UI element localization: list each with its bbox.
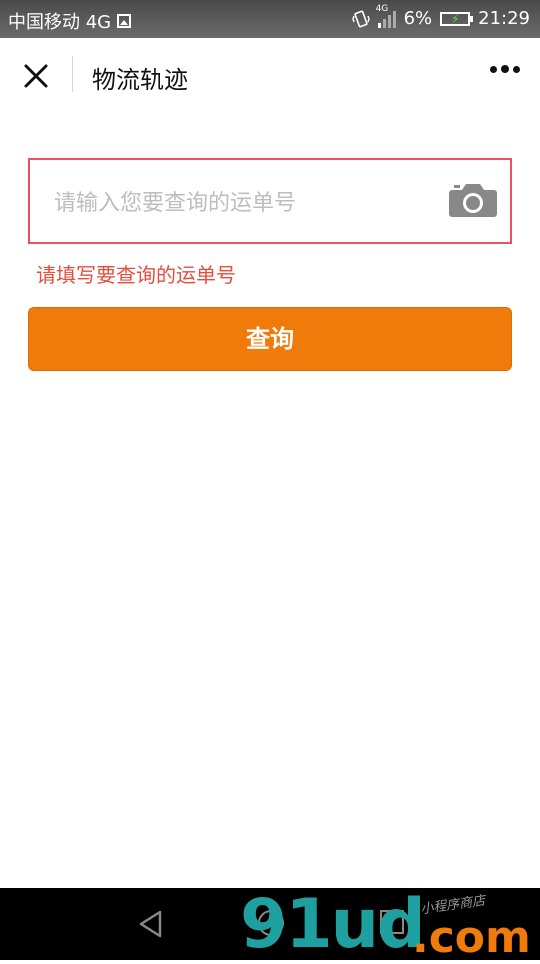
battery-icon: ⚡ [440,11,474,26]
query-button[interactable]: 查询 [28,307,512,371]
back-icon[interactable] [138,910,164,938]
more-icon-dot [501,65,509,73]
nav-bar: 物流轨迹 [0,38,540,110]
camera-icon[interactable] [448,182,498,218]
carrier-label: 中国移动 4G [8,12,112,33]
tracking-number-input[interactable] [52,182,436,224]
tracking-number-field [28,158,512,244]
watermark: 91ud .com 小程序商店 [240,885,540,964]
watermark-brand: 91ud [240,885,426,964]
close-icon[interactable] [20,60,52,92]
network-tag: 4G [375,3,389,14]
signal-icon: 4G [376,4,396,28]
image-notification-icon [117,14,132,28]
vibrate-icon [351,10,370,27]
clock: 21:29 [478,8,530,29]
status-bar: 中国移动 4G 4G 6% ⚡ 21:29 [0,0,540,38]
watermark-domain: .com [412,912,531,963]
more-button[interactable] [490,65,520,73]
more-icon-dot [513,65,520,73]
battery-percent: 6% [403,8,433,29]
more-icon-dot [490,65,497,73]
status-right: 4G 6% ⚡ 21:29 [351,4,530,29]
nav-divider [72,56,73,92]
status-left: 中国移动 4G [8,8,132,34]
page-title: 物流轨迹 [92,66,188,94]
validation-error-text: 请填写要查询的运单号 [36,263,236,287]
